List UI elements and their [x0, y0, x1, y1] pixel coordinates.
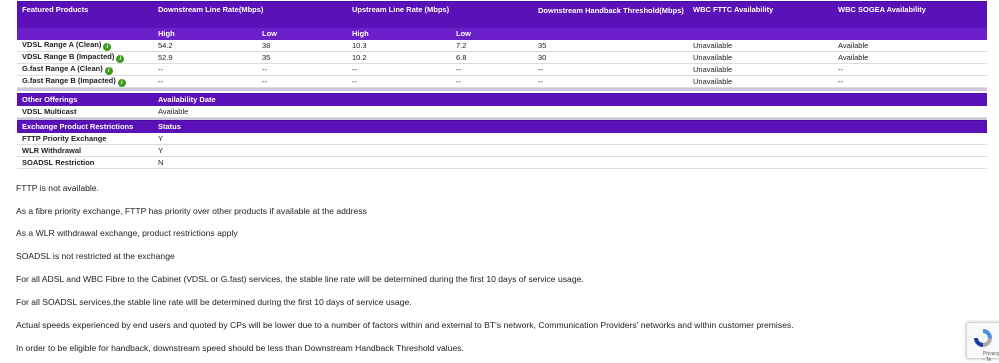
header-downstream-rate: Downstream Line Rate(Mbps) — [153, 1, 347, 28]
handback-threshold: 30 — [533, 51, 689, 64]
fttc-availability: Unavailable — [688, 75, 834, 88]
restriction-label: WLR Withdrawal — [17, 144, 153, 157]
note-text: In order to be eligible for handback, do… — [16, 343, 464, 353]
downstream-low: 38 — [257, 39, 347, 52]
downstream-high: -- — [153, 75, 257, 88]
header-handback-threshold: Downstream Handback Threshold(Mbps) — [533, 1, 689, 28]
info-icon[interactable]: i — [104, 67, 113, 75]
product-name: VDSL Range A (Clean) — [22, 39, 102, 49]
header-upstream-rate: Upstream Line Rate (Mbps) — [347, 1, 534, 28]
note-text: As a fibre priority exchange, FTTP has p… — [16, 206, 367, 216]
restriction-label: FTTP Priority Exchange — [17, 132, 153, 145]
fttc-availability: Unavailable — [688, 63, 834, 76]
table-subheader-row: High Low High Low — [17, 27, 988, 40]
product-name: VDSL Range B (Impacted) — [22, 52, 115, 61]
header-featured-products: Featured Products — [17, 1, 153, 28]
restriction-value: Y — [153, 132, 987, 145]
restrictions-header: Exchange Product Restrictions Status — [17, 120, 987, 133]
table-row: VDSL Range A (Clean) i 54.2 38 10.3 7.2 3… — [17, 39, 988, 52]
table-divider — [17, 87, 988, 91]
recaptcha-badge[interactable]: Privacy - Te — [966, 322, 999, 363]
note-text: FTTP is not available. — [16, 183, 99, 193]
table-header-row: Featured Products Downstream Line Rate(M… — [17, 1, 988, 28]
table-row: VDSL Range B (Impacted) i 52.9 35 10.2 6.… — [17, 51, 988, 64]
table-row: VDSL Multicast Available — [17, 105, 987, 118]
note-text: As a WLR withdrawal exchange, product re… — [16, 228, 238, 238]
sogea-availability: -- — [833, 63, 988, 76]
restriction-value: Y — [153, 144, 987, 157]
note-text: For all SOADSL services,the stable line … — [16, 297, 412, 307]
table-row: FTTP Priority Exchange Y — [17, 132, 987, 145]
status-header: Status — [153, 120, 987, 133]
sogea-availability: Available — [833, 51, 988, 64]
downstream-high: 52.9 — [153, 51, 257, 64]
upstream-high: -- — [347, 75, 451, 88]
upstream-low: -- — [451, 75, 534, 88]
sogea-availability: Available — [833, 39, 988, 52]
handback-threshold: -- — [533, 75, 689, 88]
other-offerings-title: Other Offerings — [17, 93, 153, 106]
header-sogea-availability: WBC SOGEA Availability — [833, 1, 988, 28]
product-name: G.fast Range B (Impacted) — [22, 76, 116, 85]
upstream-high: 10.3 — [347, 39, 451, 52]
fttc-availability: Unavailable — [688, 51, 834, 64]
table-row: SOADSL Restriction N — [17, 156, 987, 169]
restrictions-table: Exchange Product Restrictions Status FTT… — [17, 120, 987, 169]
downstream-low: 35 — [257, 51, 347, 64]
sogea-availability: -- — [833, 75, 988, 88]
downstream-high: 54.2 — [153, 39, 257, 52]
handback-threshold: 35 — [533, 39, 689, 52]
fttc-availability: Unavailable — [688, 39, 834, 52]
downstream-low: -- — [257, 75, 347, 88]
offering-label: VDSL Multicast — [17, 105, 153, 118]
downstream-high: -- — [153, 63, 257, 76]
upstream-low: 6.8 — [451, 51, 534, 64]
handback-threshold: -- — [533, 63, 689, 76]
header-fttc-availability: WBC FTTC Availability — [688, 1, 834, 28]
upstream-high: -- — [347, 63, 451, 76]
table-row: G.fast Range A (Clean) i -- -- -- -- -- U… — [17, 63, 988, 76]
restriction-value: N — [153, 156, 987, 169]
info-icon[interactable]: i — [117, 79, 126, 87]
note-text: SOADSL is not restricted at the exchange — [16, 251, 175, 261]
table-row: WLR Withdrawal Y — [17, 144, 987, 157]
upstream-low: -- — [451, 63, 534, 76]
note-text: Actual speeds experienced by end users a… — [16, 320, 794, 330]
availability-date-header: Availability Date — [153, 93, 987, 106]
subheader-up-high: High — [352, 29, 369, 38]
restrictions-title: Exchange Product Restrictions — [17, 120, 153, 133]
other-offerings-header: Other Offerings Availability Date — [17, 93, 987, 106]
featured-products-table: Featured Products Downstream Line Rate(M… — [17, 1, 988, 91]
subheader-down-high: High — [158, 29, 175, 38]
upstream-high: 10.2 — [347, 51, 451, 64]
subheader-down-low: Low — [262, 29, 277, 38]
offering-value: Available — [153, 105, 987, 118]
downstream-low: -- — [257, 63, 347, 76]
info-icon[interactable]: i — [103, 42, 112, 51]
restriction-label: SOADSL Restriction — [17, 156, 153, 169]
recaptcha-icon — [974, 329, 992, 347]
product-name: G.fast Range A (Clean) — [22, 64, 103, 73]
other-offerings-table: Other Offerings Availability Date VDSL M… — [17, 93, 987, 121]
subheader-up-low: Low — [456, 29, 471, 38]
recaptcha-privacy-link[interactable]: Privacy - Te — [983, 351, 999, 363]
table-row: G.fast Range B (Impacted) i -- -- -- -- -… — [17, 75, 988, 88]
note-text: For all ADSL and WBC Fibre to the Cabine… — [16, 274, 584, 284]
upstream-low: 7.2 — [451, 39, 534, 52]
info-icon[interactable]: i — [116, 55, 125, 63]
